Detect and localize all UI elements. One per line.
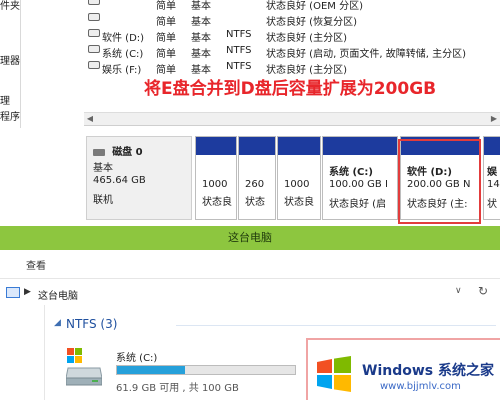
drive-usage-fill (117, 366, 185, 374)
scroll-right-icon[interactable]: ▶ (488, 113, 500, 125)
partition-header (323, 137, 397, 155)
partition-size: 14 (487, 179, 500, 190)
pane-divider (84, 125, 500, 130)
disk-label: 磁盘 0 (112, 147, 143, 158)
partition-header (278, 137, 320, 155)
disk-state: 联机 (93, 195, 113, 206)
volume-layout: 简单 (156, 33, 176, 44)
partition-size: 260 (245, 179, 265, 190)
volume-type: 基本 (191, 17, 211, 28)
watermark-url: www.bjjmlv.com (380, 381, 461, 392)
volume-status: 状态良好 (恢复分区) (266, 17, 357, 28)
group-rule (176, 325, 496, 326)
volume-type: 基本 (191, 49, 211, 60)
annotation-text: 将E盘合并到D盘后容量扩展为200GB (144, 79, 437, 99)
drive-icon (88, 29, 100, 37)
drive-icon (88, 45, 100, 53)
volume-name: 系统 (C:) (102, 49, 144, 60)
volume-name: 软件 (D:) (102, 33, 145, 44)
chevron-down-icon[interactable]: ∨ (455, 286, 462, 296)
partition-block[interactable]: 1000 状态良 (277, 136, 321, 220)
group-header[interactable]: ◢ NTFS (3) (48, 316, 498, 334)
partition-title: 娱 (487, 167, 497, 178)
volume-type: 基本 (191, 1, 211, 12)
partition-block[interactable]: 260 状态 (238, 136, 276, 220)
volume-fs: NTFS (226, 29, 252, 40)
computer-icon (6, 287, 20, 298)
volume-status: 状态良好 (启动, 页面文件, 故障转储, 主分区) (266, 49, 467, 60)
drive-name[interactable]: 系统 (C:) (116, 349, 157, 364)
horizontal-scrollbar[interactable]: ◀ ▶ (84, 112, 500, 125)
scroll-left-icon[interactable]: ◀ (84, 113, 96, 125)
partition-block[interactable]: 娱 14 状 (483, 136, 500, 220)
disk-type: 基本 (93, 163, 113, 174)
ribbon: 查看 (0, 250, 500, 279)
volume-status: 状态良好 (主分区) (266, 33, 347, 44)
partition-status: 状态良好 (启 (329, 199, 387, 210)
partition-title: 系统 (C:) (329, 167, 373, 178)
address-row: ▶ 这台电脑 ∨ ↻ (0, 284, 500, 304)
volume-layout: 简单 (156, 49, 176, 60)
volume-layout: 简单 (156, 1, 176, 12)
partition-size: 1000 (284, 179, 310, 190)
volume-status: 状态良好 (OEM 分区) (266, 1, 363, 12)
partition-status: 状态 (245, 197, 265, 208)
partition-block[interactable]: 1000 状态良 (195, 136, 237, 220)
partition-status: 状态良 (202, 197, 232, 208)
refresh-icon[interactable]: ↻ (478, 284, 488, 298)
partition-size: 1000 (202, 179, 228, 190)
volume-row[interactable]: 简单 基本 状态良好 (OEM 分区) (84, 0, 500, 12)
navigation-pane (0, 305, 45, 400)
group-label: NTFS (3) (66, 317, 118, 331)
partition-status: 状态良 (284, 197, 314, 208)
chevron-right-icon[interactable]: ▶ (24, 287, 31, 297)
partition-header (239, 137, 275, 155)
disk-icon (93, 148, 105, 156)
volume-row[interactable]: 系统 (C:) 简单 基本 NTFS 状态良好 (启动, 页面文件, 故障转储,… (84, 44, 500, 60)
partition-header (484, 137, 500, 155)
tree-item[interactable]: 程序 (0, 108, 20, 123)
volume-row[interactable]: 软件 (D:) 简单 基本 NTFS 状态良好 (主分区) (84, 28, 500, 44)
disk-size: 465.64 GB (93, 175, 146, 186)
volume-type: 基本 (191, 33, 211, 44)
breadcrumb[interactable]: 这台电脑 (38, 287, 78, 302)
volume-fs: NTFS (226, 45, 252, 56)
drive-icon (88, 61, 100, 69)
highlight-box (398, 139, 481, 224)
window-title: 这台电脑 (228, 231, 272, 244)
partition-header (196, 137, 236, 155)
drive-icon (88, 13, 100, 21)
tree-item[interactable]: 理 (0, 92, 10, 107)
drive-usage-bar (116, 365, 296, 375)
volume-layout: 简单 (156, 17, 176, 28)
volume-fs: NTFS (226, 61, 252, 72)
tree-item[interactable]: 件夹 (0, 0, 20, 12)
drive-free-space: 61.9 GB 可用 , 共 100 GB (116, 383, 239, 394)
partition-status: 状 (487, 199, 497, 210)
disk-info-panel[interactable]: 磁盘 0 基本 465.64 GB 联机 (86, 136, 192, 220)
collapse-icon[interactable]: ◢ (54, 318, 61, 328)
partition-size: 100.00 GB I (329, 179, 388, 190)
windows-logo-icon (317, 356, 351, 392)
volume-row[interactable]: 简单 基本 状态良好 (恢复分区) (84, 12, 500, 28)
console-tree: 件夹 理器 理 程序 (0, 0, 21, 128)
partition-block[interactable]: 系统 (C:) 100.00 GB I 状态良好 (启 (322, 136, 398, 220)
watermark-title: Windows 系统之家 (362, 363, 494, 379)
tab-view[interactable]: 查看 (26, 257, 46, 272)
drive-icon (88, 0, 100, 5)
volume-name: 娱乐 (F:) (102, 65, 142, 76)
hard-drive-icon[interactable] (66, 348, 102, 386)
tree-item[interactable]: 理器 (0, 52, 20, 67)
